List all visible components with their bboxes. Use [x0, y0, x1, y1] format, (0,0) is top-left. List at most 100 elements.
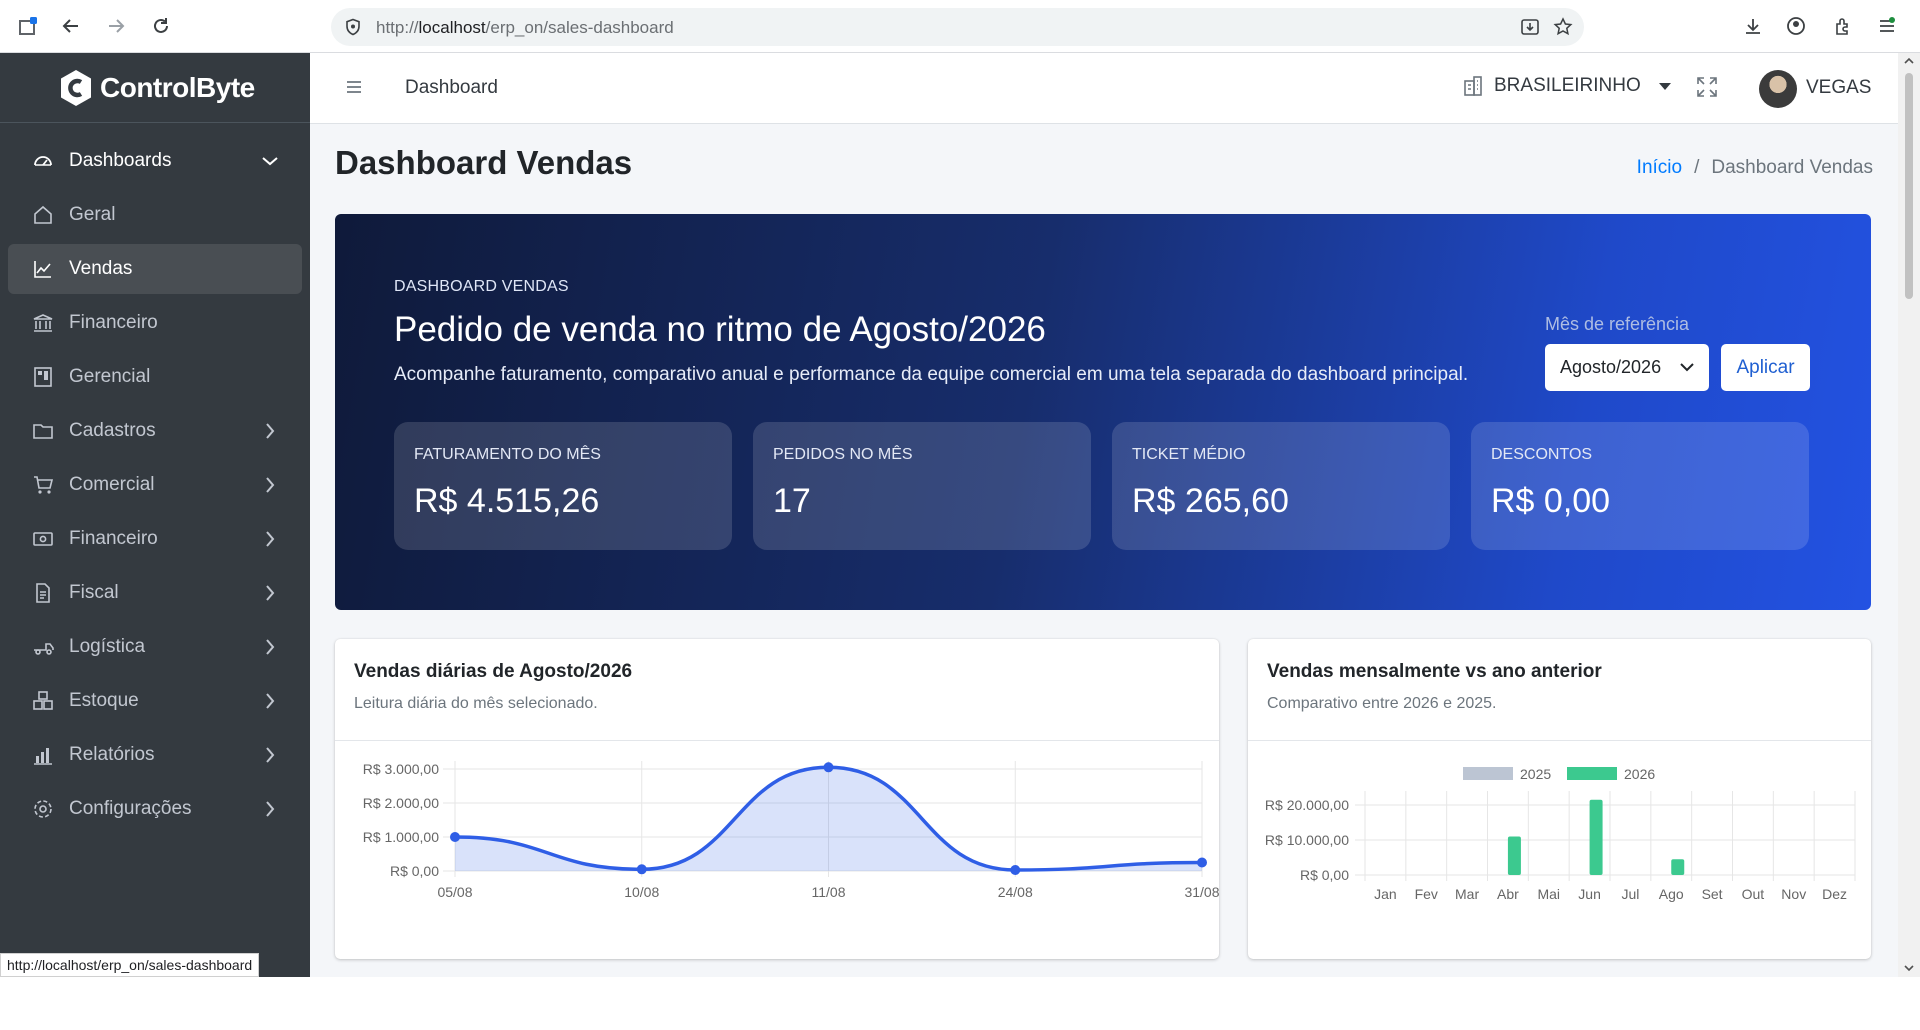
tab-actions-icon[interactable] — [16, 13, 42, 39]
profile-icon[interactable] — [1783, 13, 1809, 39]
x-tick-label: Jul — [1621, 886, 1639, 902]
kpi-value: R$ 265,60 — [1132, 482, 1289, 520]
x-tick-label: 05/08 — [437, 884, 472, 900]
x-tick-label: 11/08 — [812, 884, 846, 900]
sidebar-item-logistica[interactable]: Logística — [8, 622, 302, 672]
monthly-sales-card: Vendas mensalmente vs ano anterior Compa… — [1248, 639, 1871, 959]
kpi-value: R$ 4.515,26 — [414, 482, 600, 520]
extensions-icon[interactable] — [1830, 13, 1856, 39]
reference-month-value: Agosto/2026 — [1560, 357, 1662, 377]
card-subtitle: Comparativo entre 2026 e 2025. — [1267, 695, 1497, 712]
sidebar-item-cadastros[interactable]: Cadastros — [8, 406, 302, 456]
site-info-icon[interactable] — [344, 18, 362, 41]
status-bar-url: http://localhost/erp_on/sales-dashboard — [0, 953, 260, 977]
downloads-icon[interactable] — [1740, 13, 1766, 39]
breadcrumb-home-link[interactable]: Início — [1637, 157, 1682, 179]
content-area: Dashboard Vendas Início / Dashboard Vend… — [310, 124, 1898, 977]
scroll-down-icon[interactable] — [1904, 963, 1914, 973]
data-point — [1010, 864, 1021, 875]
sidebar-nav: Dashboards Geral Vendas Financeiro Geren… — [0, 123, 310, 834]
bar-chart-icon — [31, 743, 55, 767]
scroll-up-icon[interactable] — [1904, 56, 1914, 66]
x-tick-label: Nov — [1781, 886, 1806, 902]
chevron-right-icon — [266, 423, 275, 439]
sidebar-item-vendas[interactable]: Vendas — [8, 244, 302, 294]
address-bar[interactable]: http://localhost/erp_on/sales-dashboard — [331, 8, 1584, 46]
sidebar-item-label: Vendas — [69, 258, 133, 279]
folder-icon — [31, 419, 55, 443]
file-icon — [31, 581, 55, 605]
sidebar-item-configuracoes[interactable]: Configurações — [8, 784, 302, 834]
sidebar-item-estoque[interactable]: Estoque — [8, 676, 302, 726]
sidebar-item-label: Gerencial — [69, 366, 151, 387]
chevron-down-icon — [262, 157, 278, 166]
y-tick-label: R$ 3.000,00 — [363, 761, 439, 777]
user-name[interactable]: VEGAS — [1806, 77, 1871, 99]
cart-icon — [31, 473, 55, 497]
forward-icon[interactable] — [103, 13, 129, 39]
page-title: Dashboard Vendas — [335, 144, 633, 181]
chevron-right-icon — [266, 747, 275, 763]
vertical-scrollbar[interactable] — [1898, 53, 1920, 977]
avatar[interactable] — [1759, 70, 1797, 108]
kpi-value: R$ 0,00 — [1491, 482, 1611, 520]
daily-sales-line-chart: R$ 0,00 R$ 1.000,00 R$ 2.000,00 R$ 3.000,00… — [363, 761, 1219, 900]
kpi-label: PEDIDOS NO MÊS — [773, 446, 913, 463]
sidebar-item-label: Comercial — [69, 474, 155, 495]
chevron-right-icon — [266, 477, 275, 493]
reload-icon[interactable] — [148, 13, 174, 39]
apply-button[interactable]: Aplicar — [1721, 344, 1810, 391]
sidebar-item-comercial[interactable]: Comercial — [8, 460, 302, 510]
hero-title: Pedido de venda no ritmo de Agosto/2026 — [394, 310, 1046, 349]
menu-toggle-icon[interactable] — [346, 79, 362, 100]
reference-month-select[interactable]: Agosto/2026 — [1545, 344, 1709, 391]
legend-swatch — [1463, 767, 1513, 780]
fullscreen-icon[interactable] — [1696, 76, 1718, 103]
chevron-down-icon — [1680, 363, 1694, 372]
brand-logo[interactable]: ControlByte — [0, 53, 310, 123]
bar — [1671, 859, 1685, 875]
sidebar-item-financeiro[interactable]: Financeiro — [8, 514, 302, 564]
sidebar-item-dashboards[interactable]: Dashboards — [8, 136, 302, 186]
scrollbar-thumb[interactable] — [1905, 73, 1913, 299]
chevron-right-icon — [266, 639, 275, 655]
kpi-card-ticket: TICKET MÉDIO R$ 265,60 — [1112, 422, 1450, 550]
y-tick-label: R$ 0,00 — [1300, 867, 1349, 883]
boxes-icon — [31, 689, 55, 713]
sidebar-item-relatorios[interactable]: Relatórios — [8, 730, 302, 780]
browser-menu-icon[interactable] — [1874, 13, 1900, 39]
kpi-card-revenue: FATURAMENTO DO MÊS R$ 4.515,26 — [394, 422, 732, 550]
breadcrumb: Início / Dashboard Vendas — [1637, 157, 1873, 179]
card-title: Vendas diárias de Agosto/2026 — [354, 661, 633, 682]
caret-down-icon — [1658, 82, 1671, 90]
bottom-area — [0, 977, 1920, 1030]
bookmark-star-icon[interactable] — [1553, 17, 1573, 42]
top-navbar: Dashboard BRASILEIRINHO VEGAS — [310, 53, 1898, 124]
sidebar-item-label: Logística — [69, 636, 146, 657]
chevron-right-icon — [266, 693, 275, 709]
bar — [1507, 836, 1521, 875]
x-tick-label: Out — [1742, 886, 1765, 902]
back-icon[interactable] — [58, 13, 84, 39]
kpi-value: 17 — [773, 482, 811, 520]
sidebar-item-label: Dashboards — [69, 150, 172, 171]
sidebar-item-geral[interactable]: Geral — [8, 190, 302, 240]
browser-toolbar: http://localhost/erp_on/sales-dashboard — [0, 0, 1920, 53]
install-app-icon[interactable] — [1520, 17, 1540, 42]
money-icon — [31, 527, 55, 551]
sidebar-item-financeiro-dashboard[interactable]: Financeiro — [8, 298, 302, 348]
y-tick-label: R$ 20.000,00 — [1265, 797, 1349, 813]
building-icon — [1464, 76, 1482, 96]
chevron-right-icon — [266, 531, 275, 547]
daily-sales-card: Vendas diárias de Agosto/2026 Leitura di… — [335, 639, 1219, 959]
chevron-right-icon — [266, 585, 275, 601]
gear-icon — [31, 797, 55, 821]
sidebar-item-label: Financeiro — [69, 528, 158, 549]
legend-label: 2025 — [1520, 766, 1551, 782]
sidebar-item-fiscal[interactable]: Fiscal — [8, 568, 302, 618]
hero-kicker: DASHBOARD VENDAS — [394, 278, 569, 295]
x-tick-label: Mar — [1455, 886, 1479, 902]
navbar-title[interactable]: Dashboard — [405, 77, 498, 99]
sidebar-item-gerencial[interactable]: Gerencial — [8, 352, 302, 402]
company-selector[interactable]: BRASILEIRINHO — [1462, 75, 1671, 97]
